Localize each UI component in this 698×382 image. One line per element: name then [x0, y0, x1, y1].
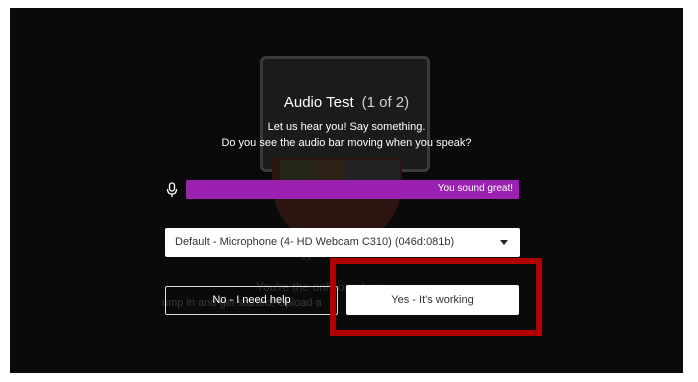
microphone-icon [166, 182, 178, 197]
instruction-line-2: Do you see the audio bar moving when you… [221, 137, 472, 149]
instruction-line-1: Let us hear you! Say something. [267, 121, 426, 133]
audio-level-message: You sound great! [437, 183, 513, 194]
chevron-down-icon [500, 240, 508, 245]
video-stage: W You're the only one here ump in and ge… [10, 8, 683, 373]
no-need-help-button[interactable]: No - I need help [165, 286, 338, 315]
audio-test-title: Audio Test (1 of 2) [10, 94, 683, 111]
background-laptop-illustration [260, 56, 430, 172]
audio-level-bar: You sound great! [186, 180, 519, 199]
microphone-select-value: Default - Microphone (4- HD Webcam C310)… [175, 236, 455, 248]
audio-test-instructions: Let us hear you! Say something. Do you s… [10, 119, 683, 151]
audio-test-title-text: Audio Test [283, 94, 354, 111]
highlight-box [330, 258, 542, 336]
microphone-select[interactable]: Default - Microphone (4- HD Webcam C310)… [165, 228, 520, 257]
audio-test-step: (1 of 2) [361, 94, 410, 111]
